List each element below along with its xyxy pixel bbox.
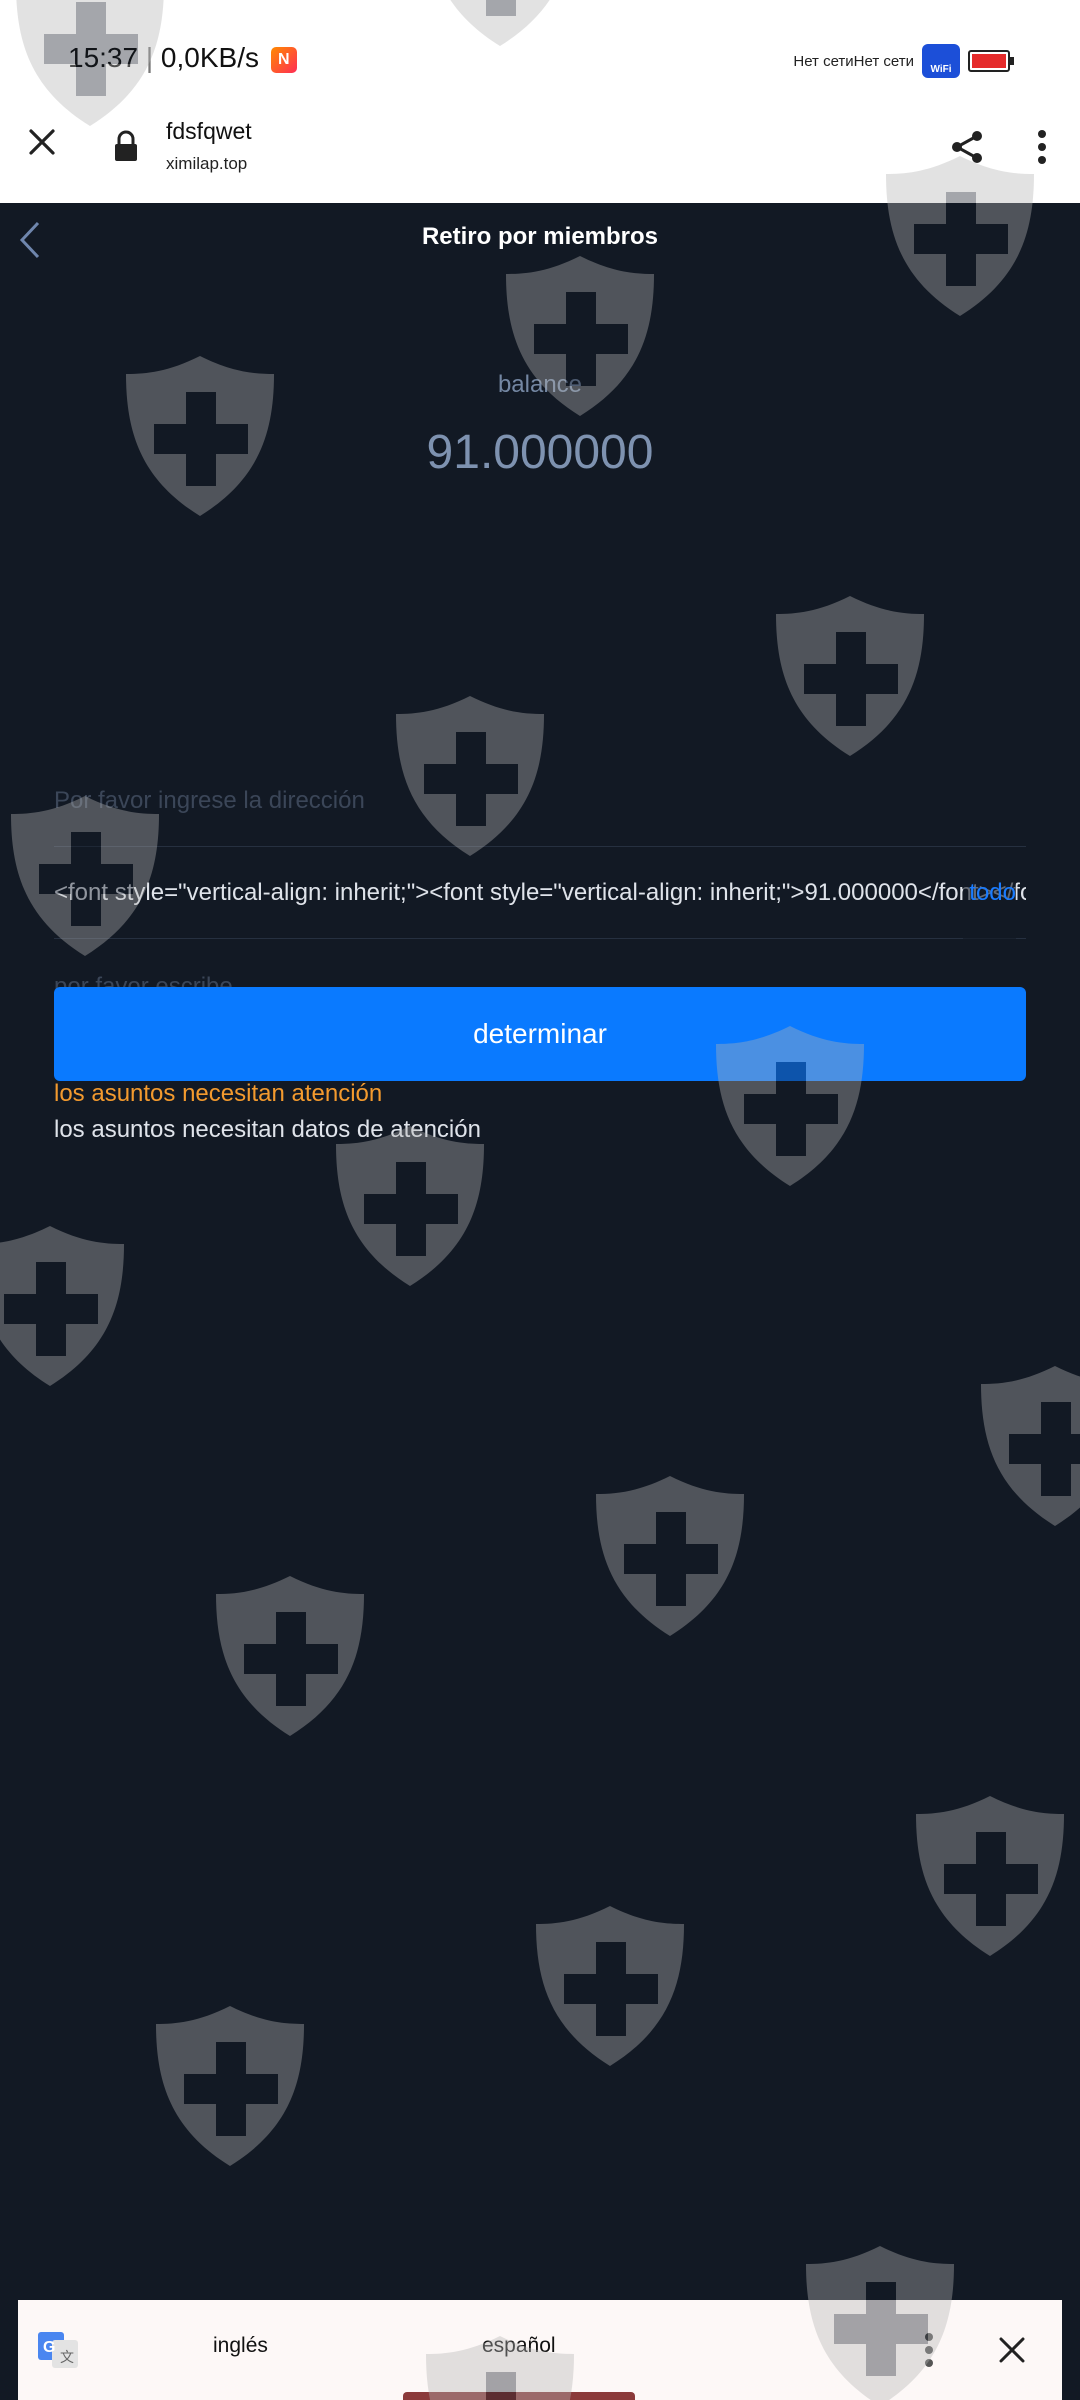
amount-input[interactable]: <font style="vertical-align: inherit;"><… [54, 847, 1026, 939]
translate-options-button[interactable] [914, 2328, 944, 2372]
site-url[interactable]: ximilap.top [166, 154, 247, 174]
share-button[interactable] [942, 122, 992, 172]
close-tab-button[interactable] [20, 120, 64, 164]
close-translate-button[interactable] [990, 2328, 1034, 2372]
withdrawal-page: Retiro por miembros balance 91.000000 <f… [0, 203, 1080, 2300]
address-input[interactable] [54, 755, 1026, 847]
wifi-label: WiFi [930, 64, 952, 75]
site-title: fdsfqwet [166, 118, 252, 144]
active-language-indicator [403, 2392, 635, 2400]
address-field [54, 755, 1026, 847]
battery-fill [972, 54, 1006, 68]
clock: 15:37 [68, 42, 139, 73]
svg-text:G: G [43, 2339, 55, 2356]
svg-text:文: 文 [60, 2349, 74, 2365]
source-language-tab[interactable]: inglés [213, 2334, 268, 2358]
status-time-group: 15:37 | 0,0KB/s N [68, 42, 297, 74]
share-icon [952, 131, 982, 163]
more-vert-icon [1038, 130, 1046, 164]
status-indicators: Нет сетиНет сети WiFi [793, 44, 1014, 78]
amount-field: <font style="vertical-align: inherit;"><… [54, 847, 1026, 939]
wifi-icon: WiFi [922, 44, 960, 78]
translate-bar: G 文 inglés español [18, 2300, 1062, 2400]
network-speed: 0,0KB/s [160, 42, 259, 73]
notification-app-icon: N [270, 46, 297, 73]
lock-icon [115, 130, 137, 161]
browser-toolbar: fdsfqwet ximilap.top [0, 100, 1080, 203]
close-icon [29, 129, 55, 155]
status-bar: 15:37 | 0,0KB/s N Нет сетиНет сети WiFi [0, 0, 1080, 100]
all-amount-button[interactable]: todo [963, 847, 1016, 939]
more-vert-icon [925, 2333, 933, 2367]
battery-icon [968, 50, 1014, 72]
balance-value: 91.000000 [426, 426, 654, 479]
submit-button[interactable]: determinar [54, 987, 1026, 1081]
status-separator: | [145, 42, 154, 73]
google-translate-icon: G 文 [38, 2332, 78, 2368]
balance-label: balance [497, 371, 583, 398]
target-language-tab[interactable]: español [482, 2334, 556, 2358]
notice-text: los asuntos necesitan datos de atención [54, 1116, 481, 1143]
close-icon [999, 2337, 1025, 2363]
more-options-button[interactable] [1022, 122, 1062, 172]
notice-title: los asuntos necesitan atención [54, 1080, 383, 1107]
network-status-text: Нет сетиНет сети [793, 52, 914, 70]
page-title: Retiro por miembros [421, 223, 659, 250]
